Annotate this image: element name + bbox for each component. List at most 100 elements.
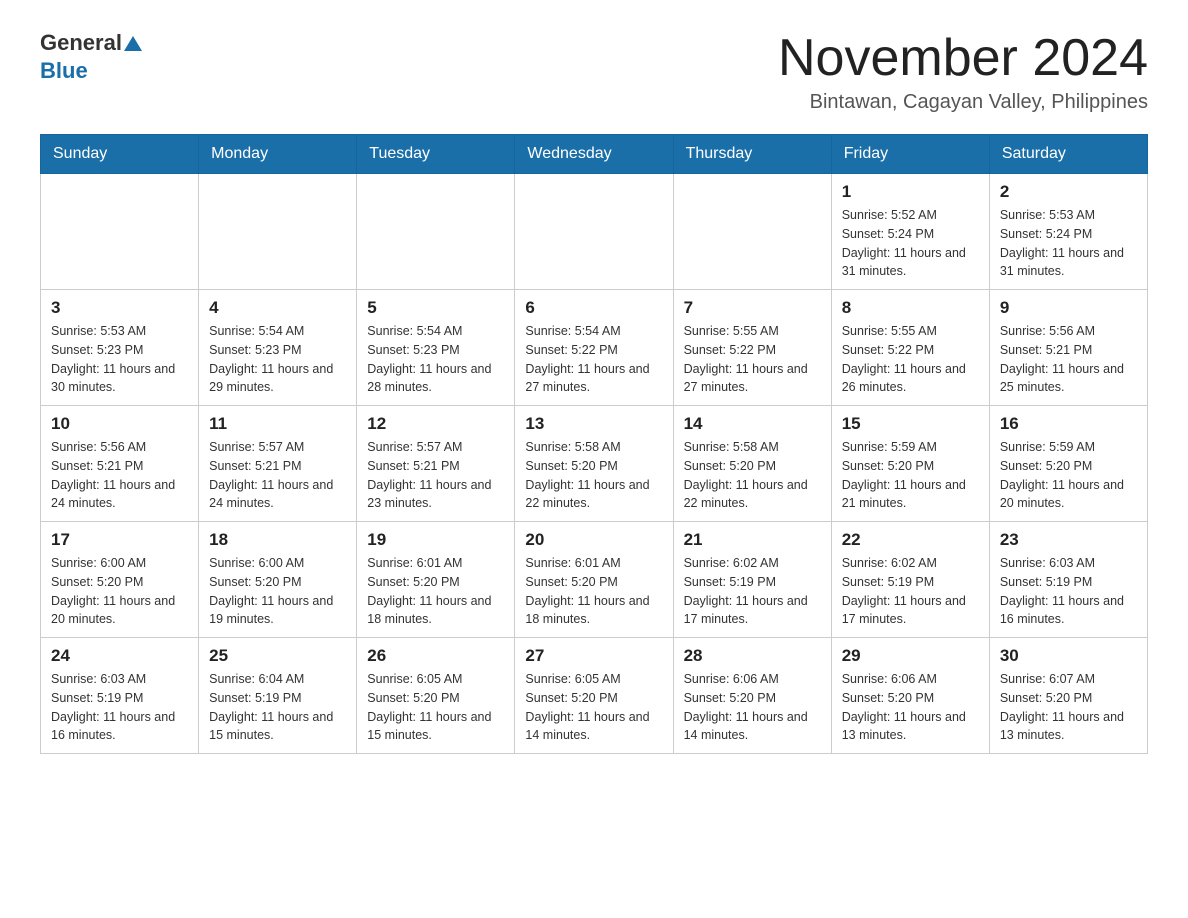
calendar-header-saturday: Saturday: [989, 135, 1147, 174]
day-info: Sunrise: 6:00 AMSunset: 5:20 PMDaylight:…: [51, 554, 188, 629]
logo-icon: [124, 36, 142, 51]
day-info: Sunrise: 5:56 AMSunset: 5:21 PMDaylight:…: [1000, 322, 1137, 397]
day-number: 13: [525, 414, 662, 434]
day-number: 30: [1000, 646, 1137, 666]
day-number: 3: [51, 298, 188, 318]
day-number: 12: [367, 414, 504, 434]
day-number: 9: [1000, 298, 1137, 318]
day-number: 6: [525, 298, 662, 318]
day-info: Sunrise: 6:01 AMSunset: 5:20 PMDaylight:…: [525, 554, 662, 629]
day-number: 26: [367, 646, 504, 666]
day-info: Sunrise: 5:53 AMSunset: 5:24 PMDaylight:…: [1000, 206, 1137, 281]
calendar-cell: 23 Sunrise: 6:03 AMSunset: 5:19 PMDayligh…: [989, 522, 1147, 638]
page-header: General Blue November 2024 Bintawan, Cag…: [40, 30, 1148, 114]
calendar-week-4: 17 Sunrise: 6:00 AMSunset: 5:20 PMDayligh…: [41, 522, 1148, 638]
day-info: Sunrise: 5:59 AMSunset: 5:20 PMDaylight:…: [842, 438, 979, 513]
calendar-cell: 30 Sunrise: 6:07 AMSunset: 5:20 PMDayligh…: [989, 638, 1147, 754]
day-number: 29: [842, 646, 979, 666]
calendar-header-monday: Monday: [199, 135, 357, 174]
day-info: Sunrise: 6:03 AMSunset: 5:19 PMDaylight:…: [51, 670, 188, 745]
calendar-cell: 4 Sunrise: 5:54 AMSunset: 5:23 PMDaylight…: [199, 290, 357, 406]
calendar-header-row: SundayMondayTuesdayWednesdayThursdayFrid…: [41, 135, 1148, 174]
calendar-cell: 25Sunrise: 6:04 AMSunset: 5:19 PMDayligh…: [199, 638, 357, 754]
day-number: 17: [51, 530, 188, 550]
calendar-week-5: 24 Sunrise: 6:03 AMSunset: 5:19 PMDayligh…: [41, 638, 1148, 754]
calendar-week-1: 1 Sunrise: 5:52 AMSunset: 5:24 PMDaylight…: [41, 174, 1148, 290]
day-info: Sunrise: 6:02 AMSunset: 5:19 PMDaylight:…: [684, 554, 821, 629]
day-info: Sunrise: 6:06 AMSunset: 5:20 PMDaylight:…: [842, 670, 979, 745]
day-number: 2: [1000, 182, 1137, 202]
calendar-cell: 15 Sunrise: 5:59 AMSunset: 5:20 PMDayligh…: [831, 406, 989, 522]
calendar-cell: 28Sunrise: 6:06 AMSunset: 5:20 PMDayligh…: [673, 638, 831, 754]
day-number: 18: [209, 530, 346, 550]
day-number: 21: [684, 530, 821, 550]
day-info: Sunrise: 6:07 AMSunset: 5:20 PMDaylight:…: [1000, 670, 1137, 745]
day-info: Sunrise: 5:59 AMSunset: 5:20 PMDaylight:…: [1000, 438, 1137, 513]
day-number: 24: [51, 646, 188, 666]
month-title: November 2024: [778, 30, 1148, 87]
day-number: 8: [842, 298, 979, 318]
calendar-header-sunday: Sunday: [41, 135, 199, 174]
day-number: 11: [209, 414, 346, 434]
day-number: 27: [525, 646, 662, 666]
calendar-table: SundayMondayTuesdayWednesdayThursdayFrid…: [40, 134, 1148, 754]
calendar-header-wednesday: Wednesday: [515, 135, 673, 174]
logo: General Blue: [40, 30, 142, 84]
day-info: Sunrise: 5:52 AMSunset: 5:24 PMDaylight:…: [842, 206, 979, 281]
logo-blue-text: Blue: [40, 58, 88, 84]
day-number: 4: [209, 298, 346, 318]
day-number: 5: [367, 298, 504, 318]
day-number: 28: [684, 646, 821, 666]
day-info: Sunrise: 5:58 AMSunset: 5:20 PMDaylight:…: [525, 438, 662, 513]
day-info: Sunrise: 5:57 AMSunset: 5:21 PMDaylight:…: [367, 438, 504, 513]
calendar-cell: 7Sunrise: 5:55 AMSunset: 5:22 PMDaylight…: [673, 290, 831, 406]
day-number: 23: [1000, 530, 1137, 550]
calendar-cell: [199, 174, 357, 290]
day-number: 19: [367, 530, 504, 550]
day-number: 10: [51, 414, 188, 434]
day-number: 20: [525, 530, 662, 550]
calendar-cell: 16Sunrise: 5:59 AMSunset: 5:20 PMDayligh…: [989, 406, 1147, 522]
calendar-cell: 21 Sunrise: 6:02 AMSunset: 5:19 PMDayligh…: [673, 522, 831, 638]
day-info: Sunrise: 6:03 AMSunset: 5:19 PMDaylight:…: [1000, 554, 1137, 629]
calendar-cell: 8Sunrise: 5:55 AMSunset: 5:22 PMDaylight…: [831, 290, 989, 406]
calendar-cell: 1 Sunrise: 5:52 AMSunset: 5:24 PMDaylight…: [831, 174, 989, 290]
calendar-cell: [673, 174, 831, 290]
calendar-header-thursday: Thursday: [673, 135, 831, 174]
day-info: Sunrise: 5:55 AMSunset: 5:22 PMDaylight:…: [684, 322, 821, 397]
calendar-cell: [515, 174, 673, 290]
calendar-cell: 20 Sunrise: 6:01 AMSunset: 5:20 PMDayligh…: [515, 522, 673, 638]
day-info: Sunrise: 5:56 AMSunset: 5:21 PMDaylight:…: [51, 438, 188, 513]
calendar-cell: [41, 174, 199, 290]
calendar-cell: 27Sunrise: 6:05 AMSunset: 5:20 PMDayligh…: [515, 638, 673, 754]
logo-general-text: General: [40, 30, 122, 56]
calendar-week-3: 10 Sunrise: 5:56 AMSunset: 5:21 PMDayligh…: [41, 406, 1148, 522]
calendar-cell: 2 Sunrise: 5:53 AMSunset: 5:24 PMDaylight…: [989, 174, 1147, 290]
day-info: Sunrise: 6:00 AMSunset: 5:20 PMDaylight:…: [209, 554, 346, 629]
calendar-cell: 13 Sunrise: 5:58 AMSunset: 5:20 PMDayligh…: [515, 406, 673, 522]
day-info: Sunrise: 5:54 AMSunset: 5:23 PMDaylight:…: [209, 322, 346, 397]
day-info: Sunrise: 5:54 AMSunset: 5:23 PMDaylight:…: [367, 322, 504, 397]
calendar-week-2: 3Sunrise: 5:53 AMSunset: 5:23 PMDaylight…: [41, 290, 1148, 406]
calendar-cell: 11Sunrise: 5:57 AMSunset: 5:21 PMDayligh…: [199, 406, 357, 522]
calendar-cell: 14 Sunrise: 5:58 AMSunset: 5:20 PMDayligh…: [673, 406, 831, 522]
calendar-cell: 17 Sunrise: 6:00 AMSunset: 5:20 PMDayligh…: [41, 522, 199, 638]
day-info: Sunrise: 6:02 AMSunset: 5:19 PMDaylight:…: [842, 554, 979, 629]
day-number: 1: [842, 182, 979, 202]
calendar-cell: 29 Sunrise: 6:06 AMSunset: 5:20 PMDayligh…: [831, 638, 989, 754]
day-info: Sunrise: 6:01 AMSunset: 5:20 PMDaylight:…: [367, 554, 504, 629]
day-number: 15: [842, 414, 979, 434]
calendar-header-tuesday: Tuesday: [357, 135, 515, 174]
calendar-cell: 3Sunrise: 5:53 AMSunset: 5:23 PMDaylight…: [41, 290, 199, 406]
calendar-cell: [357, 174, 515, 290]
day-info: Sunrise: 5:58 AMSunset: 5:20 PMDaylight:…: [684, 438, 821, 513]
calendar-cell: 12 Sunrise: 5:57 AMSunset: 5:21 PMDayligh…: [357, 406, 515, 522]
day-info: Sunrise: 5:54 AMSunset: 5:22 PMDaylight:…: [525, 322, 662, 397]
day-number: 22: [842, 530, 979, 550]
calendar-cell: 26Sunrise: 6:05 AMSunset: 5:20 PMDayligh…: [357, 638, 515, 754]
day-number: 25: [209, 646, 346, 666]
calendar-header-friday: Friday: [831, 135, 989, 174]
title-block: November 2024 Bintawan, Cagayan Valley, …: [778, 30, 1148, 114]
day-number: 14: [684, 414, 821, 434]
calendar-cell: 18 Sunrise: 6:00 AMSunset: 5:20 PMDayligh…: [199, 522, 357, 638]
